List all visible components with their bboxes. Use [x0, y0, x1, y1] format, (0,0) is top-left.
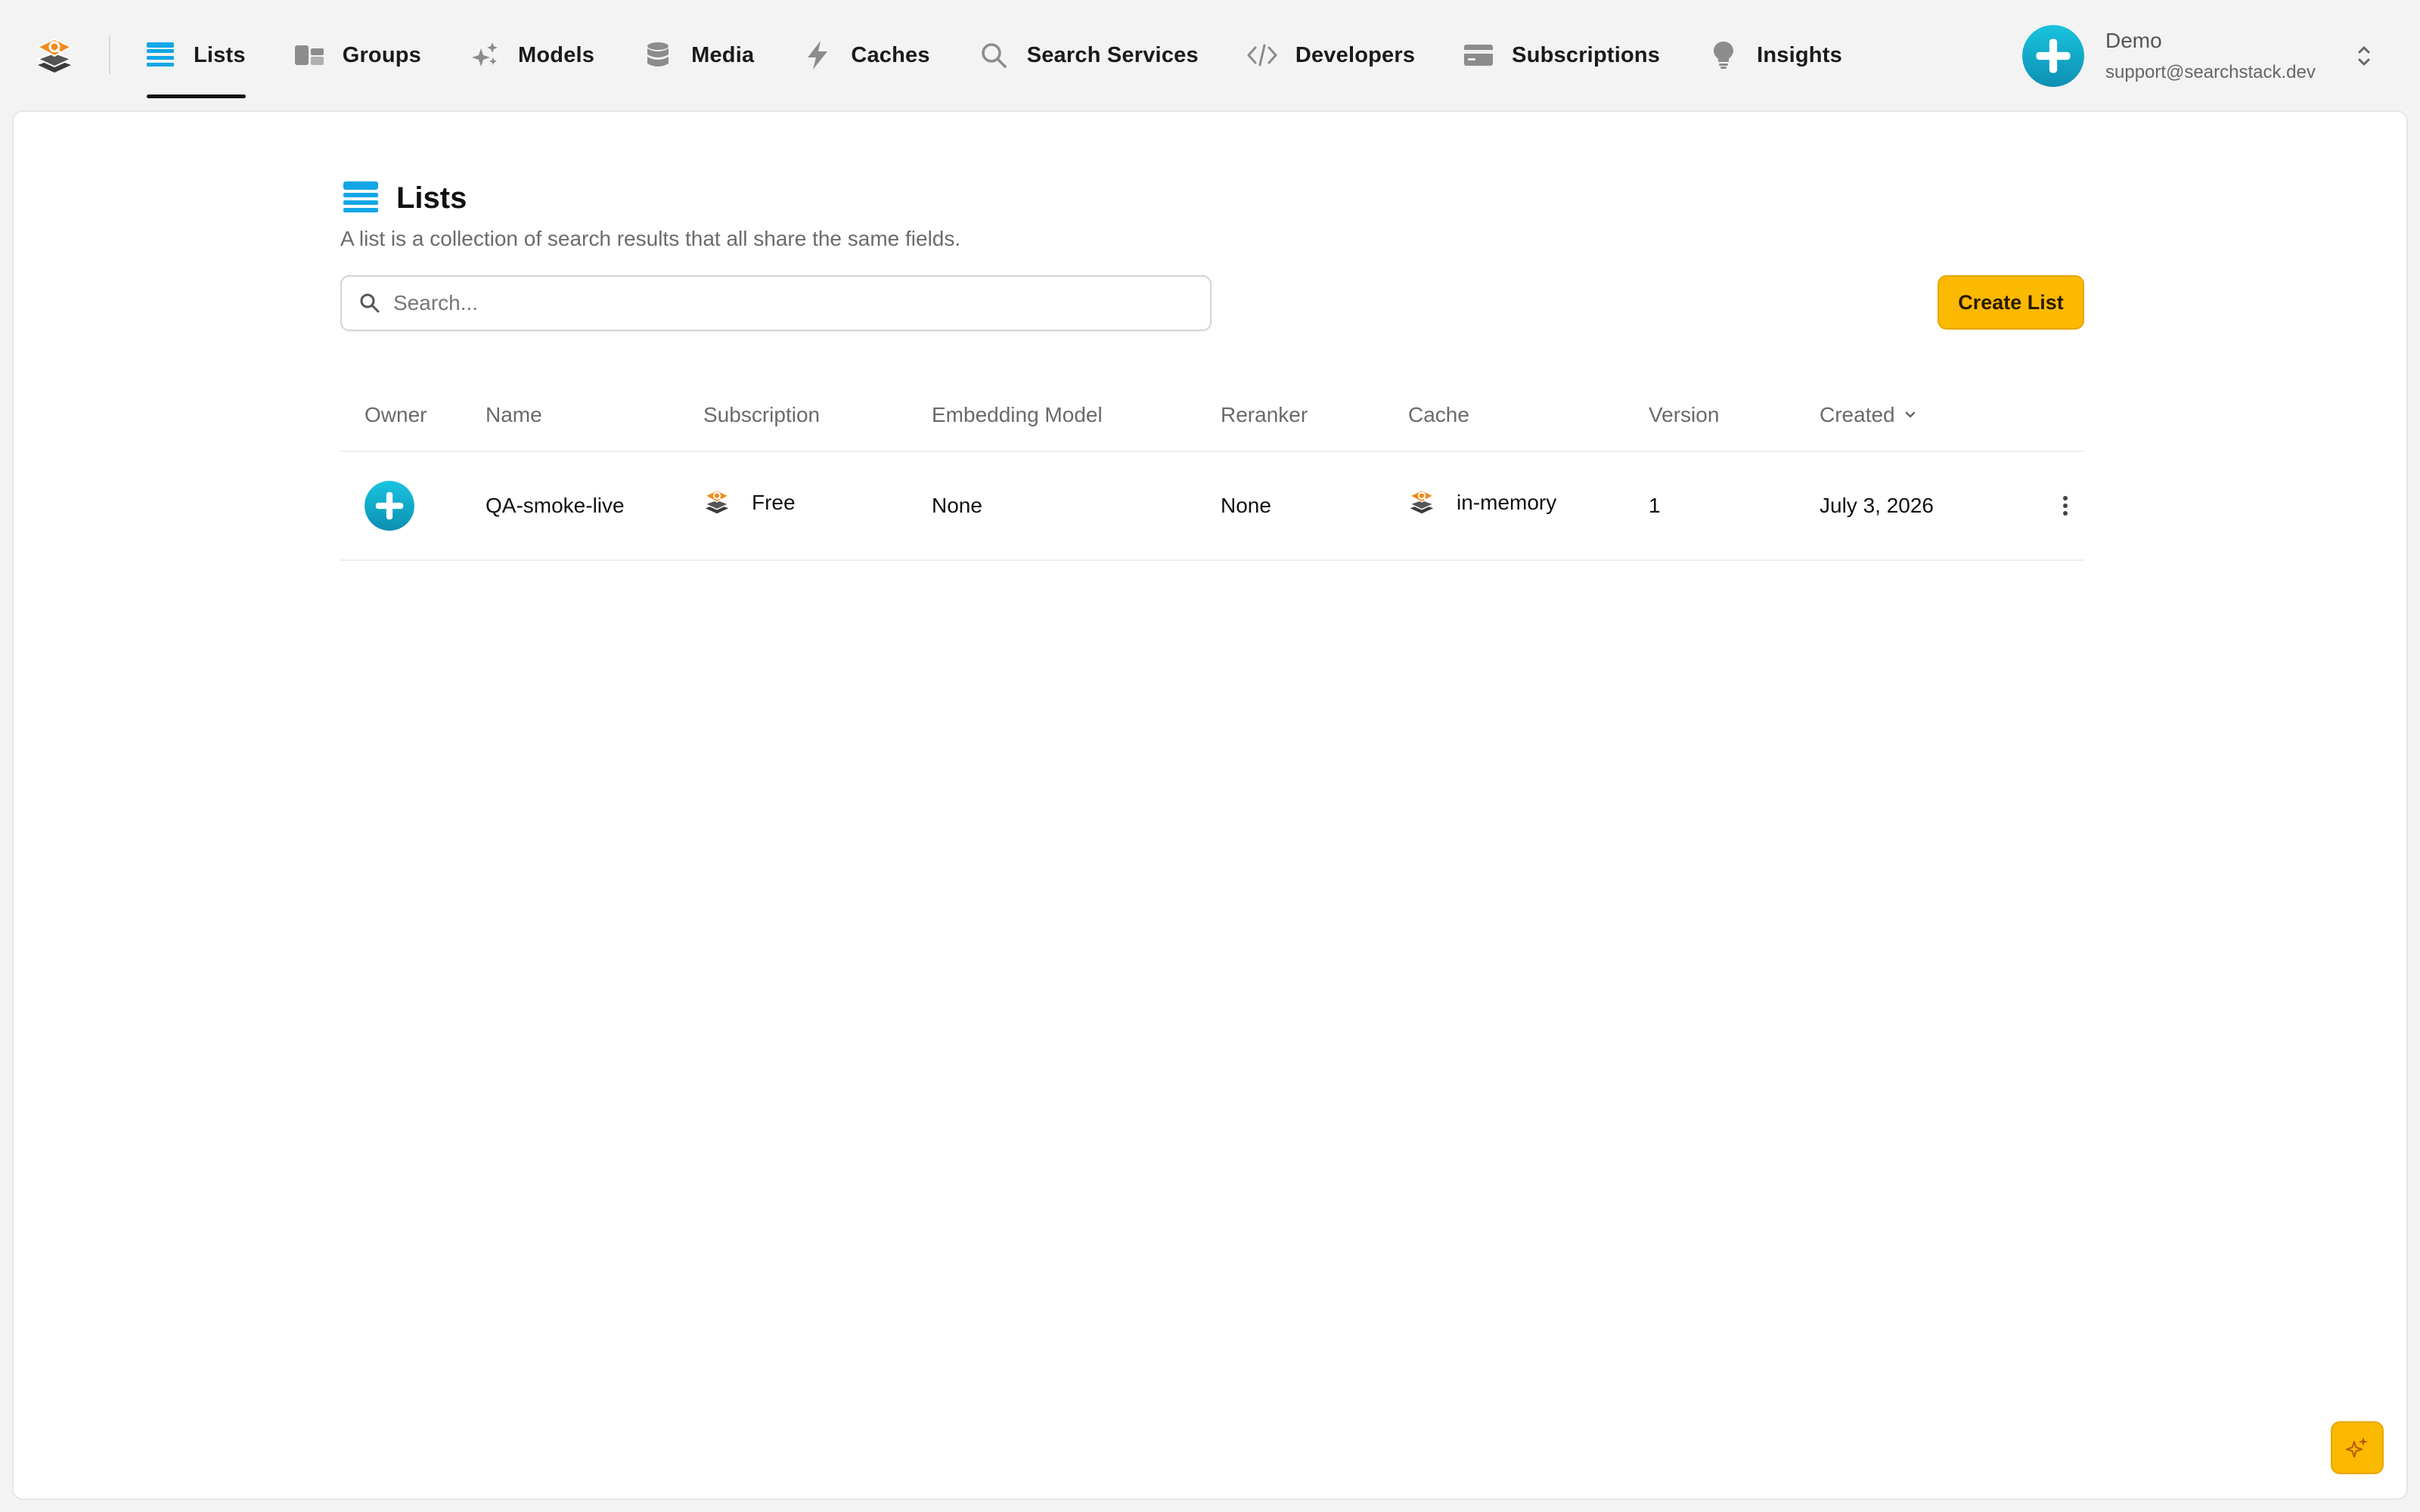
toolbar: Create List	[340, 275, 2084, 331]
account-email: support@searchstack.dev	[2105, 62, 2316, 82]
page-description: A list is a collection of search results…	[340, 227, 961, 250]
subscription-label: Free	[752, 491, 796, 514]
column-header-subscription[interactable]: Subscription	[703, 403, 932, 427]
column-header-created[interactable]: Created	[1820, 403, 2046, 427]
create-list-button[interactable]: Create List	[1938, 275, 2084, 330]
nav-item-caches[interactable]: Caches	[802, 0, 929, 110]
owner-cell	[340, 481, 486, 531]
account-avatar	[2022, 25, 2084, 87]
main-panel: Lists A list is a collection of search r…	[12, 110, 2408, 1500]
searchstack-logo-icon	[703, 488, 731, 516]
nav-item-developers[interactable]: Developers	[1247, 0, 1415, 110]
database-icon	[643, 40, 673, 70]
top-nav-bar: Lists Groups Models Media Caches Search …	[0, 0, 2420, 110]
column-header-embedding-model[interactable]: Embedding Model	[932, 403, 1221, 427]
nav-label: Media	[691, 42, 755, 67]
search-icon	[360, 293, 380, 313]
column-header-reranker[interactable]: Reranker	[1221, 403, 1408, 427]
cache-cell: in-memory	[1408, 496, 1649, 516]
column-header-version[interactable]: Version	[1649, 403, 1820, 427]
searchstack-logo-icon[interactable]	[35, 36, 74, 76]
cache-label: in-memory	[1457, 491, 1557, 514]
nav-label: Subscriptions	[1512, 42, 1661, 67]
chevron-down-icon	[1905, 411, 1915, 418]
page-content: Lists A list is a collection of search r…	[340, 177, 2084, 561]
nav-item-models[interactable]: Models	[470, 0, 594, 110]
version-cell: 1	[1649, 494, 1661, 517]
column-header-cache[interactable]: Cache	[1408, 403, 1649, 427]
nav-item-insights[interactable]: Insights	[1708, 0, 1842, 110]
sparkles-icon	[470, 40, 500, 70]
account-info: Demo support@searchstack.dev	[2105, 29, 2316, 83]
nav-label: Groups	[342, 42, 422, 67]
nav-item-groups[interactable]: Groups	[294, 0, 421, 110]
lists-table: Owner Name Subscription Embedding Model …	[340, 380, 2084, 561]
table-row[interactable]: QA-smoke-live Free None None in-memory 1…	[340, 452, 2084, 561]
main-nav: Lists Groups Models Media Caches Search …	[145, 0, 1891, 110]
name-cell[interactable]: QA-smoke-live	[486, 494, 703, 518]
list-icon	[343, 181, 378, 212]
reranker-cell: None	[1221, 494, 1271, 517]
code-icon	[1247, 40, 1277, 70]
table-header: Owner Name Subscription Embedding Model …	[340, 380, 2084, 452]
lightning-icon	[802, 40, 833, 70]
column-header-name[interactable]: Name	[486, 403, 703, 427]
nav-item-media[interactable]: Media	[643, 0, 754, 110]
nav-item-subscriptions[interactable]: Subscriptions	[1463, 0, 1660, 110]
chevron-up-down-icon	[2358, 46, 2370, 66]
embedding-model-cell: None	[932, 494, 982, 517]
column-header-owner[interactable]: Owner	[340, 403, 486, 427]
search-icon	[979, 40, 1009, 70]
created-cell: July 3, 2026	[1820, 494, 1934, 517]
page-title: Lists	[396, 181, 467, 215]
nav-label: Models	[518, 42, 595, 67]
nav-label: Insights	[1757, 42, 1842, 67]
nav-divider	[109, 36, 110, 74]
row-actions	[2046, 494, 2084, 517]
sparkles-icon	[2346, 1437, 2368, 1458]
subscription-cell: Free	[703, 496, 932, 516]
column-header-label: Created	[1820, 403, 1895, 426]
search-box[interactable]	[340, 275, 1212, 331]
lightbulb-icon	[1708, 40, 1739, 70]
nav-item-lists[interactable]: Lists	[145, 0, 246, 110]
list-icon	[145, 40, 175, 70]
nav-label: Lists	[194, 42, 246, 67]
nav-label: Developers	[1295, 42, 1416, 67]
account-name: Demo	[2105, 29, 2162, 52]
more-vertical-icon[interactable]	[2062, 494, 2069, 517]
nav-label: Caches	[851, 42, 930, 67]
account-switcher[interactable]: Demo support@searchstack.dev	[2022, 24, 2378, 88]
page-header: Lists	[340, 177, 2084, 219]
search-input[interactable]	[393, 291, 1195, 315]
searchstack-logo-icon	[1408, 488, 1435, 516]
groups-icon	[294, 40, 324, 70]
nav-label: Search Services	[1026, 42, 1199, 67]
credit-card-icon	[1463, 40, 1494, 70]
ai-assistant-button[interactable]	[2331, 1421, 2384, 1474]
nav-item-search-services[interactable]: Search Services	[979, 0, 1199, 110]
owner-avatar	[365, 481, 414, 531]
